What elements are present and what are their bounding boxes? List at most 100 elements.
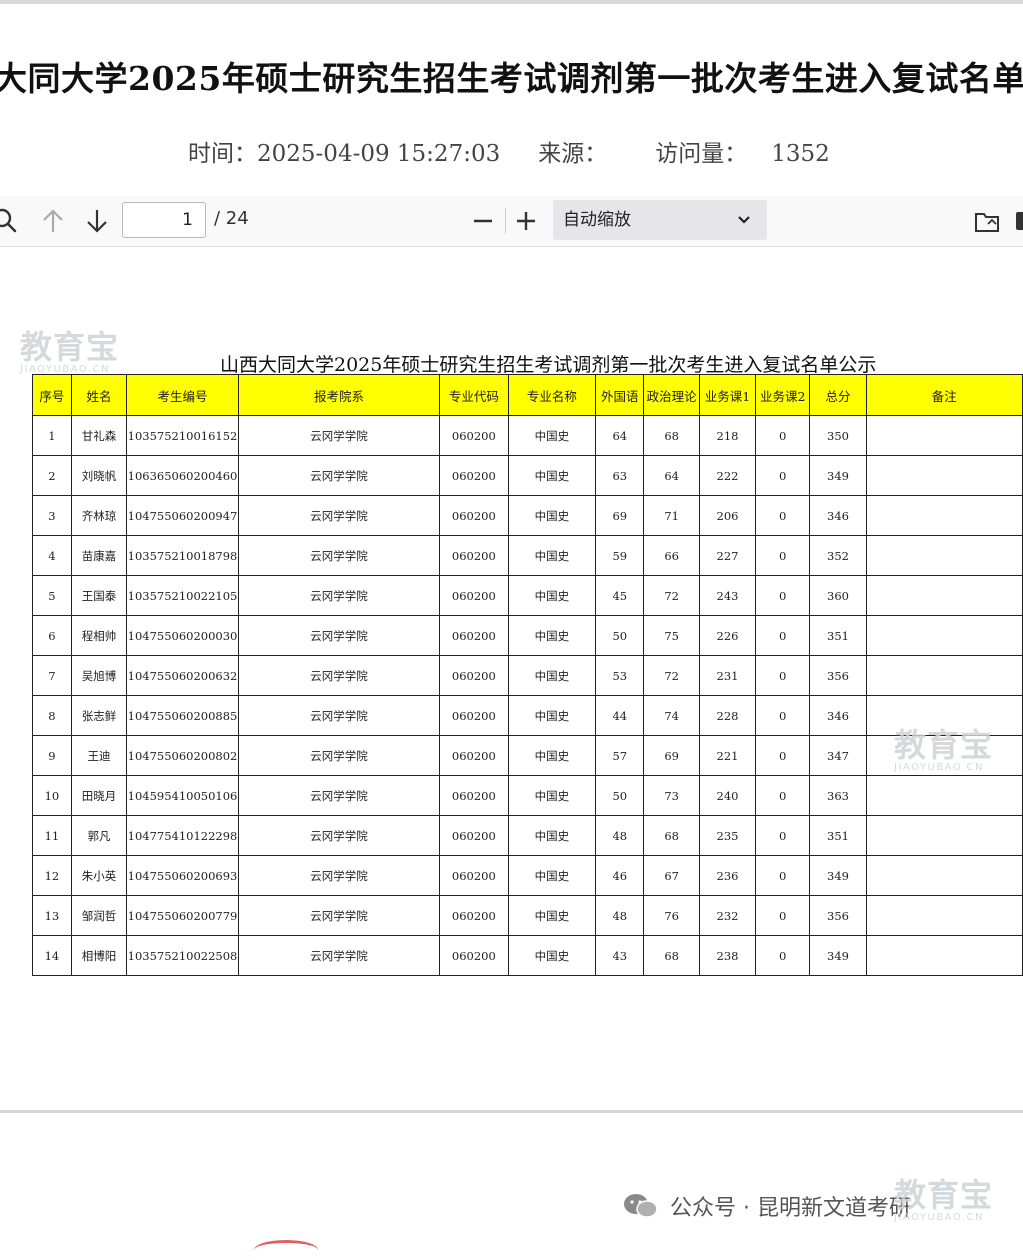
- table-cell: 张志鲜: [70, 695, 128, 736]
- table-cell: 1: [32, 415, 72, 456]
- table-cell: 66: [643, 535, 700, 576]
- search-icon[interactable]: [0, 206, 22, 236]
- table-cell: 云冈学学院: [237, 855, 441, 896]
- page-total: / 24: [214, 208, 249, 229]
- table-cell: 0: [755, 775, 811, 816]
- table-cell: 347: [809, 735, 867, 776]
- table-cell: 云冈学学院: [237, 615, 441, 656]
- column-header: 考生编号: [126, 374, 239, 416]
- zoom-select[interactable]: 自动缩放: [553, 200, 767, 240]
- column-header: 业务课2: [755, 374, 811, 416]
- table-cell: 齐林琼: [70, 495, 128, 536]
- column-header: 政治理论: [643, 374, 700, 416]
- table-row: 1 甘礼森 103575210016152 云冈学学院 060200 中国史 64 68 218…: [32, 415, 1023, 456]
- table-cell: 48: [595, 895, 645, 936]
- table-cell: 69: [595, 495, 645, 536]
- table-cell: 104755060200632: [126, 655, 239, 696]
- table-cell: 236: [698, 855, 757, 896]
- table-cell: 68: [643, 415, 700, 456]
- table-cell: 云冈学学院: [237, 655, 441, 696]
- table-cell: 0: [755, 535, 811, 576]
- table-cell: 0: [755, 655, 811, 696]
- watermark-logo: 教育宝 JIAOYUBAO.CN: [20, 330, 119, 375]
- table-cell: 63: [595, 455, 645, 496]
- table-cell: 104755060200693: [126, 855, 239, 896]
- table-cell: 11: [32, 815, 72, 856]
- table-cell: 中国史: [507, 735, 597, 776]
- table-cell: 郭凡: [70, 815, 128, 856]
- arrow-up-icon[interactable]: [38, 206, 68, 236]
- table-cell: [865, 655, 1023, 696]
- table-cell: 74: [643, 695, 700, 736]
- table-cell: 5: [32, 575, 72, 616]
- table-cell: 12: [32, 855, 72, 896]
- arrow-down-icon[interactable]: [82, 206, 112, 236]
- column-header: 业务课1: [698, 374, 757, 416]
- table-cell: 351: [809, 615, 867, 656]
- admission-table: 序号 姓名 考生编号 报考院系 专业代码 专业名称 外国语 政治理论 业务课1 业务课2 总分 备注 …: [32, 374, 1023, 976]
- table-cell: 106365060200460: [126, 455, 239, 496]
- table-cell: 13: [32, 895, 72, 936]
- table-cell: 中国史: [507, 415, 597, 456]
- table-row: 13 邹润哲 104755060200779 云冈学学院 060200 中国史 48 76 23…: [32, 895, 1023, 936]
- watermark-logo: 教育宝 JIAOYUBAO.CN: [894, 728, 993, 773]
- table-cell: 0: [755, 935, 811, 976]
- tools-icon[interactable]: [1016, 212, 1023, 230]
- watermark-domain: JIAOYUBAO.CN: [894, 1212, 984, 1223]
- table-cell: 67: [643, 855, 700, 896]
- table-cell: [865, 855, 1023, 896]
- table-cell: 中国史: [507, 895, 597, 936]
- table-cell: 0: [755, 455, 811, 496]
- table-cell: 360: [809, 575, 867, 616]
- table-cell: 231: [698, 655, 757, 696]
- table-cell: 363: [809, 775, 867, 816]
- table-cell: 103575210022105: [126, 575, 239, 616]
- table-cell: 云冈学学院: [237, 935, 441, 976]
- table-cell: 104755060200779: [126, 895, 239, 936]
- table-cell: 中国史: [507, 815, 597, 856]
- table-cell: 云冈学学院: [237, 895, 441, 936]
- table-cell: 104755060200885: [126, 695, 239, 736]
- table-cell: 中国史: [507, 695, 597, 736]
- table-cell: 0: [755, 415, 811, 456]
- table-cell: 060200: [439, 855, 509, 896]
- table-cell: 243: [698, 575, 757, 616]
- table-cell: 相博阳: [70, 935, 128, 976]
- table-cell: 103575210018798: [126, 535, 239, 576]
- table-cell: 104755060200947: [126, 495, 239, 536]
- table-cell: 221: [698, 735, 757, 776]
- table-cell: 0: [755, 895, 811, 936]
- table-cell: 64: [643, 455, 700, 496]
- table-row: 2 刘晓帆 106365060200460 云冈学学院 060200 中国史 63 64 222…: [32, 455, 1023, 496]
- table-cell: 222: [698, 455, 757, 496]
- table-cell: 226: [698, 615, 757, 656]
- table-cell: 程相帅: [70, 615, 128, 656]
- source-label: 来源：: [538, 141, 608, 167]
- table-cell: 43: [595, 935, 645, 976]
- table-cell: 刘晓帆: [70, 455, 128, 496]
- table-cell: 云冈学学院: [237, 815, 441, 856]
- table-cell: 0: [755, 735, 811, 776]
- table-cell: 76: [643, 895, 700, 936]
- table-cell: 72: [643, 655, 700, 696]
- column-header: 专业名称: [507, 374, 597, 416]
- table-cell: 4: [32, 535, 72, 576]
- table-row: 14 相博阳 103575210022508 云冈学学院 060200 中国史 43 68 23…: [32, 935, 1023, 976]
- table-cell: [865, 895, 1023, 936]
- zoom-out-icon[interactable]: [468, 206, 498, 236]
- column-header: 总分: [809, 374, 867, 416]
- table-cell: 060200: [439, 695, 509, 736]
- table-cell: 苗康嘉: [70, 535, 128, 576]
- article-title: 大同大学2025年硕士研究生招生考试调剂第一批次考生进入复试名单公: [0, 59, 1023, 98]
- open-file-icon[interactable]: [972, 206, 1002, 236]
- table-cell: 8: [32, 695, 72, 736]
- pdf-toolbar: 1 / 24 自动缩放: [0, 196, 1023, 247]
- views-value: 1352: [771, 141, 830, 167]
- page-number-input[interactable]: 1: [122, 202, 206, 238]
- table-row: 12 朱小英 104755060200693 云冈学学院 060200 中国史 46 67 23…: [32, 855, 1023, 896]
- watermark-logo: 教育宝 JIAOYUBAO.CN: [894, 1178, 993, 1223]
- zoom-in-icon[interactable]: [511, 206, 541, 236]
- table-cell: 50: [595, 615, 645, 656]
- table-cell: 57: [595, 735, 645, 776]
- table-cell: 238: [698, 935, 757, 976]
